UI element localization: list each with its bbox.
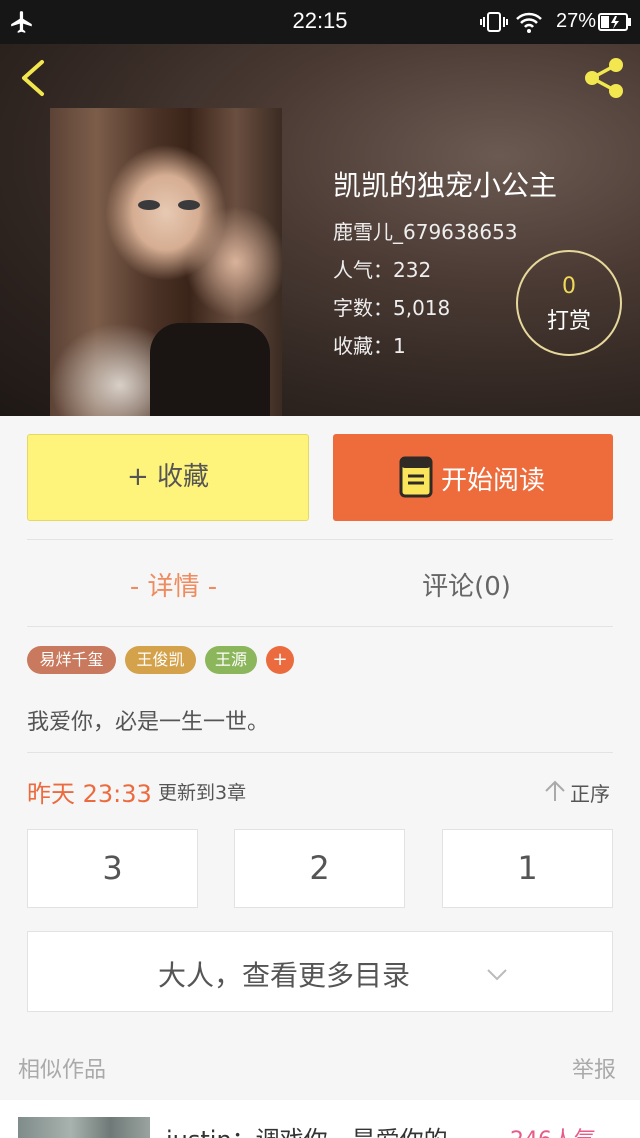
tag-chip[interactable]: 王源 <box>205 646 257 674</box>
similar-work-title: justin：调戏你，是爱你的 <box>166 1120 448 1138</box>
similar-work-thumbnail <box>18 1117 150 1138</box>
book-title: 凯凯的独宠小公主 <box>333 169 558 202</box>
similar-works-heading: 相似作品 <box>18 1058 107 1083</box>
battery-charging-icon <box>598 13 631 31</box>
word-count-stat: 字数：5,018 <box>333 296 451 320</box>
view-more-catalog-button[interactable]: 大人，查看更多目录 <box>27 931 613 1012</box>
reward-label: 打赏 <box>546 309 591 334</box>
tag-chip[interactable]: 易烊千玺 <box>27 646 116 674</box>
start-reading-button[interactable]: 开始阅读 <box>333 434 613 521</box>
wifi-icon <box>516 12 542 33</box>
sort-order-button[interactable]: 正序 <box>544 776 616 806</box>
collect-button[interactable]: + 收藏 <box>27 434 309 521</box>
book-icon <box>399 456 433 498</box>
book-description: 我爱你，必是一生一世。 <box>27 710 270 735</box>
divider <box>27 626 613 627</box>
tab-comments[interactable]: 评论(0) <box>320 566 613 603</box>
tab-details[interactable]: - 详情 - <box>0 566 347 603</box>
popularity-stat: 人气：232 <box>333 258 432 282</box>
status-bar: 22:15 27% <box>0 0 640 44</box>
similar-work-item[interactable]: justin：调戏你，是爱你的 246人气 <box>0 1100 640 1138</box>
update-time: 昨天 23:33 <box>27 780 152 808</box>
chevron-down-icon <box>487 969 507 981</box>
reward-button[interactable]: 0 打赏 <box>516 250 622 356</box>
arrow-up-icon <box>545 780 565 801</box>
report-link[interactable]: 举报 <box>572 1052 616 1084</box>
divider <box>27 752 613 753</box>
sort-order-label: 正序 <box>570 782 610 806</box>
update-text: 更新到3章 <box>158 782 247 804</box>
favorites-stat: 收藏：1 <box>333 334 406 358</box>
view-more-catalog-label: 大人，查看更多目录 <box>158 959 411 992</box>
similar-work-popularity: 246人气 <box>510 1122 596 1138</box>
author-name[interactable]: 鹿雪儿_679638653 <box>333 216 518 245</box>
book-cover-image[interactable] <box>50 108 282 416</box>
cover-detail <box>150 323 270 416</box>
clock: 22:15 <box>292 8 348 33</box>
add-tag-button[interactable]: + <box>266 646 294 674</box>
battery-percent: 27% <box>556 10 597 32</box>
divider <box>27 539 613 540</box>
share-icon[interactable] <box>580 56 628 100</box>
book-header: 凯凯的独宠小公主 鹿雪儿_679638653 人气：232 字数：5,018 收… <box>0 44 640 416</box>
cover-detail <box>178 200 200 210</box>
cover-detail <box>138 200 160 210</box>
chapter-button[interactable]: 2 <box>234 829 405 908</box>
chapter-button[interactable]: 1 <box>442 829 613 908</box>
back-arrow-icon[interactable] <box>16 58 50 98</box>
vibrate-icon <box>480 12 508 32</box>
chapter-button[interactable]: 3 <box>27 829 198 908</box>
tag-chip[interactable]: 王俊凯 <box>125 646 196 674</box>
reward-count: 0 <box>562 274 576 299</box>
start-reading-label: 开始阅读 <box>441 466 546 496</box>
